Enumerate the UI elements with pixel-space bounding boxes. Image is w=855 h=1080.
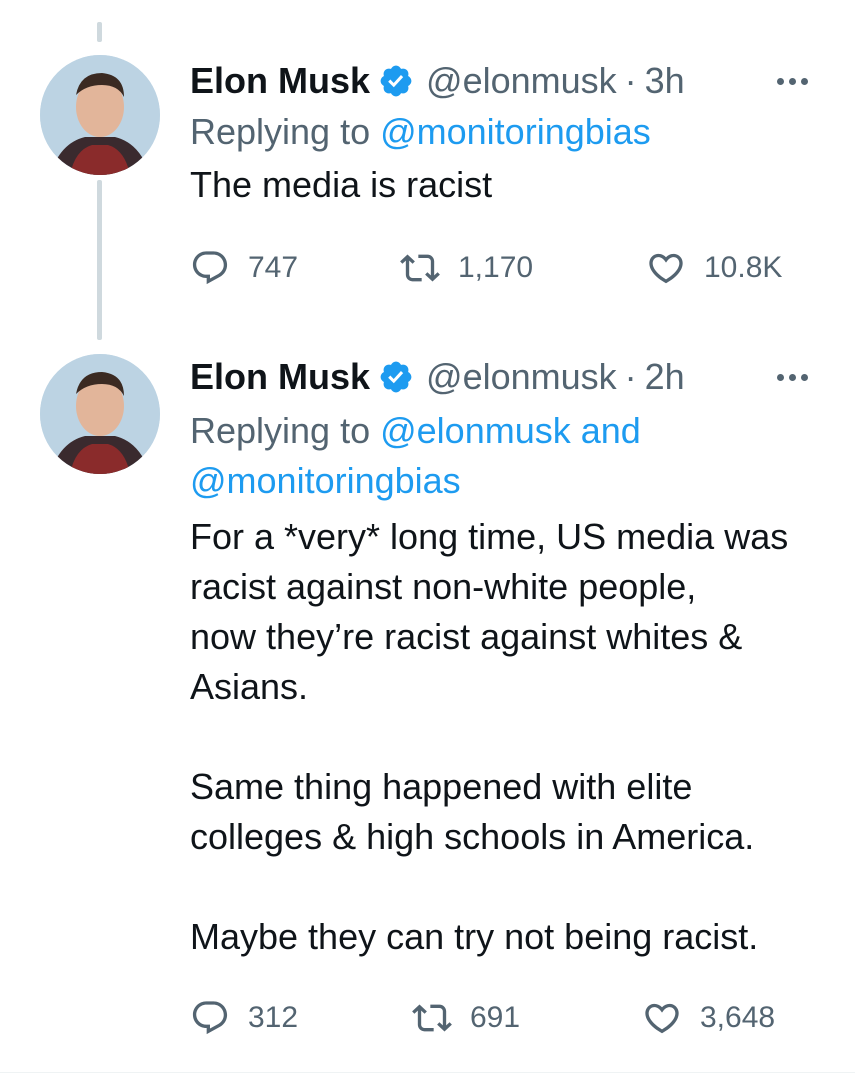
mention-link[interactable]: @elonmusk and: [380, 410, 641, 451]
reply-icon: [192, 1001, 228, 1035]
like-count: 3,648: [700, 1001, 776, 1034]
more-dots-icon[interactable]: [772, 365, 812, 389]
author-name[interactable]: Elon Musk: [190, 356, 370, 398]
tweet[interactable]: Elon Musk @elonmusk · 3h Replying to @mo…: [0, 55, 855, 305]
replying-to: Replying to @monitoringbias: [190, 107, 830, 157]
replying-prefix: Replying to: [190, 410, 381, 451]
replying-to: Replying to @elonmusk and @monitoringbia…: [190, 406, 830, 506]
tweet-header: Elon Musk @elonmusk · 2h: [190, 351, 685, 403]
retweet-icon: [412, 1004, 452, 1032]
like-count: 10.8K: [704, 251, 783, 284]
author-handle[interactable]: @elonmusk: [426, 356, 617, 398]
timestamp[interactable]: 2h: [645, 356, 685, 398]
avatar[interactable]: [40, 354, 160, 474]
tweet-text: For a *very* long time, US media was rac…: [190, 516, 789, 957]
retweet-button[interactable]: 1,170: [400, 243, 533, 293]
retweet-count: 691: [470, 1001, 521, 1034]
reply-button[interactable]: 312: [190, 993, 298, 1043]
heart-icon: [645, 1003, 679, 1034]
tweet-actions: 312 691 3,648: [0, 993, 855, 1043]
tweet-header: Elon Musk @elonmusk · 3h: [190, 55, 685, 107]
replying-prefix: Replying to: [190, 111, 381, 152]
tweet[interactable]: Elon Musk @elonmusk · 2h Replying to @el…: [0, 354, 855, 1054]
time-separator: ·: [624, 356, 637, 397]
author-handle[interactable]: @elonmusk: [426, 60, 617, 102]
verified-badge-icon: [378, 359, 414, 395]
reply-icon: [192, 251, 228, 285]
like-button[interactable]: 10.8K: [646, 243, 782, 293]
mention-link[interactable]: @monitoringbias: [380, 111, 651, 152]
reply-count: 312: [248, 1001, 299, 1034]
timestamp[interactable]: 3h: [645, 60, 685, 102]
tweet-text: The media is racist: [190, 164, 493, 205]
more-dots-icon[interactable]: [772, 69, 812, 93]
mention-link[interactable]: @monitoringbias: [190, 460, 461, 501]
tweet-actions: 747 1,170 10.8K: [0, 243, 855, 293]
verified-badge-icon: [378, 63, 414, 99]
time-separator: ·: [624, 60, 637, 101]
heart-icon: [649, 253, 683, 284]
retweet-button[interactable]: 691: [412, 993, 520, 1043]
avatar[interactable]: [40, 55, 160, 175]
author-name[interactable]: Elon Musk: [190, 60, 370, 102]
divider: [0, 1072, 855, 1073]
thread-line-top: [97, 22, 102, 42]
reply-count: 747: [248, 251, 299, 284]
reply-button[interactable]: 747: [190, 243, 298, 293]
retweet-count: 1,170: [458, 251, 534, 284]
retweet-icon: [400, 254, 440, 282]
like-button[interactable]: 3,648: [642, 993, 775, 1043]
